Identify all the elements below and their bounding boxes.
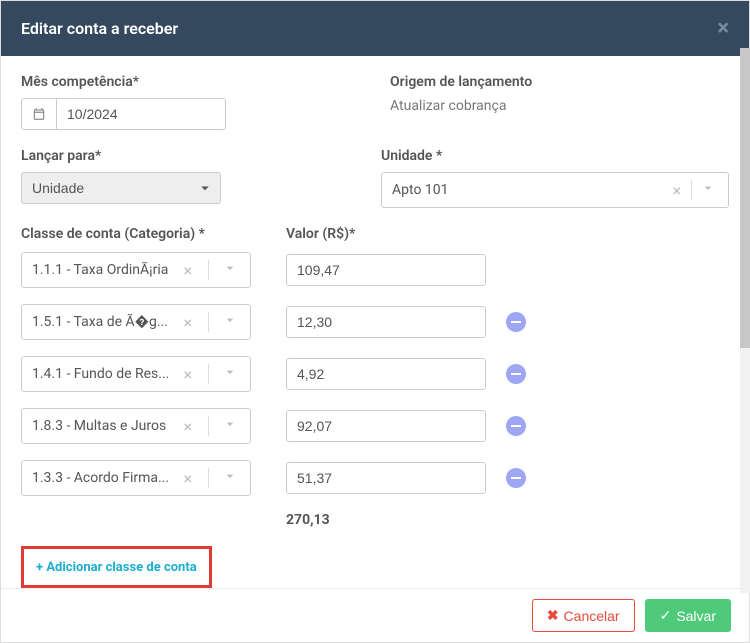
clear-icon[interactable]: × xyxy=(177,313,198,332)
cancel-button[interactable]: ✖ Cancelar xyxy=(532,599,635,632)
separator xyxy=(208,468,209,488)
valor-label: Valor (R$)* xyxy=(286,226,355,242)
clear-icon[interactable]: × xyxy=(177,417,198,436)
check-icon xyxy=(660,607,672,624)
value-input[interactable] xyxy=(286,410,486,442)
remove-icon[interactable] xyxy=(506,312,526,332)
separator xyxy=(208,260,209,280)
chevron-down-icon[interactable] xyxy=(218,364,242,384)
remove-icon[interactable] xyxy=(506,468,526,488)
clear-icon[interactable]: × xyxy=(177,261,198,280)
clear-icon[interactable]: × xyxy=(666,181,687,200)
add-class-link[interactable]: + Adicionar classe de conta xyxy=(36,560,197,575)
modal-footer: ✖ Cancelar Salvar xyxy=(1,588,749,642)
unidade-select[interactable]: Apto 101 × xyxy=(381,172,729,208)
modal-header: Editar conta a receber × xyxy=(1,1,749,56)
clear-icon[interactable]: × xyxy=(177,469,198,488)
class-value: 1.3.3 - Acordo Firma... xyxy=(32,470,172,486)
chevron-down-icon[interactable] xyxy=(218,416,242,436)
class-row: 1.8.3 - Multas e Juros × xyxy=(21,408,729,444)
close-icon[interactable]: × xyxy=(717,16,729,41)
value-input[interactable] xyxy=(286,306,486,338)
chevron-down-icon[interactable] xyxy=(218,312,242,332)
origem-value: Atualizar cobrança xyxy=(390,98,729,114)
total-row: 270,13 xyxy=(21,512,729,528)
class-select[interactable]: 1.4.1 - Fundo de Res... × xyxy=(21,356,251,392)
clear-icon[interactable]: × xyxy=(177,365,198,384)
modal: Editar conta a receber × Mês competência… xyxy=(0,0,750,643)
mes-input[interactable] xyxy=(56,98,226,130)
classes-list: 1.1.1 - Taxa OrdinÃ¡ria×1.5.1 - Taxa de … xyxy=(21,252,729,496)
chevron-down-icon[interactable] xyxy=(218,468,242,488)
scrollbar-thumb[interactable] xyxy=(740,48,750,348)
origem-label: Origem de lançamento xyxy=(390,74,729,90)
modal-body: Mês competência* Origem de lançamento At… xyxy=(1,56,749,588)
class-value: 1.4.1 - Fundo de Res... xyxy=(32,366,172,382)
add-link-highlight: + Adicionar classe de conta xyxy=(21,546,212,588)
value-input[interactable] xyxy=(286,254,486,286)
class-value: 1.1.1 - Taxa OrdinÃ¡ria xyxy=(32,262,172,278)
class-row: 1.4.1 - Fundo de Res... × xyxy=(21,356,729,392)
value-input[interactable] xyxy=(286,358,486,390)
class-select[interactable]: 1.1.1 - Taxa OrdinÃ¡ria × xyxy=(21,252,251,288)
save-button[interactable]: Salvar xyxy=(645,599,731,632)
separator xyxy=(208,312,209,332)
lancar-label: Lançar para* xyxy=(21,148,221,164)
remove-icon[interactable] xyxy=(506,364,526,384)
mes-input-group xyxy=(21,98,360,130)
calendar-icon[interactable] xyxy=(21,98,56,130)
class-row: 1.3.3 - Acordo Firma... × xyxy=(21,460,729,496)
class-value: 1.8.3 - Multas e Juros xyxy=(32,418,172,434)
save-label: Salvar xyxy=(676,608,716,624)
unidade-value: Apto 101 xyxy=(392,182,666,198)
class-select[interactable]: 1.3.3 - Acordo Firma... × xyxy=(21,460,251,496)
value-input[interactable] xyxy=(286,462,486,494)
remove-icon[interactable] xyxy=(506,416,526,436)
separator xyxy=(208,364,209,384)
class-value: 1.5.1 - Taxa de Ã�g... xyxy=(32,314,172,330)
cancel-label: Cancelar xyxy=(564,608,620,624)
class-row: 1.5.1 - Taxa de Ã�g... × xyxy=(21,304,729,340)
lancar-select[interactable]: Unidade xyxy=(21,172,221,204)
chevron-down-icon[interactable] xyxy=(696,180,720,200)
chevron-down-icon[interactable] xyxy=(218,260,242,280)
mes-label: Mês competência* xyxy=(21,74,360,90)
class-select[interactable]: 1.5.1 - Taxa de Ã�g... × xyxy=(21,304,251,340)
unidade-label: Unidade * xyxy=(381,148,729,164)
separator xyxy=(208,416,209,436)
separator xyxy=(691,180,692,200)
class-row: 1.1.1 - Taxa OrdinÃ¡ria × xyxy=(21,252,729,288)
x-icon: ✖ xyxy=(547,607,559,624)
class-select[interactable]: 1.8.3 - Multas e Juros × xyxy=(21,408,251,444)
classe-label: Classe de conta (Categoria) * xyxy=(21,226,286,242)
modal-title: Editar conta a receber xyxy=(21,19,178,38)
classes-header: Classe de conta (Categoria) * Valor (R$)… xyxy=(21,226,729,242)
total-value: 270,13 xyxy=(286,512,330,528)
